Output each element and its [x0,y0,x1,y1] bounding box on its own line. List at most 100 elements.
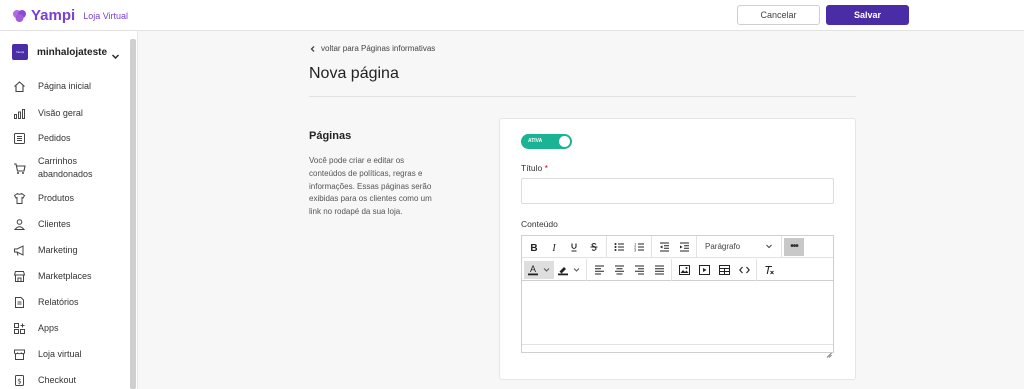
svg-text:3: 3 [634,248,636,252]
text-color-icon[interactable]: A [524,260,554,279]
sidebar-item-label: Checkout [38,374,77,385]
sidebar-item-label: Relatórios [38,296,79,307]
svg-text:$: $ [17,377,21,385]
sidebar-item-label: Carrinhos abandonados [38,156,93,179]
page-title: Nova página [309,65,399,82]
sidebar-item-label: Pedidos [38,132,71,143]
toolbar-separator [696,235,697,258]
toolbar-separator [586,258,587,281]
video-icon[interactable] [694,261,714,279]
section-description: Você pode criar e editar os conteúdos de… [309,156,432,217]
back-link[interactable]: voltar para Páginas informativas [309,44,435,53]
indent-icon[interactable] [674,238,694,256]
store-icon [12,347,26,361]
logo[interactable]: Yampi Loja Virtual [12,7,128,24]
sidebar-item-label: Produtos [38,192,75,203]
product-name: Loja Virtual [83,11,129,21]
format-select-value: Parágrafo [705,242,741,251]
svg-text:A: A [530,264,536,274]
sidebar-item-loja-virtual[interactable]: Loja virtual [12,347,82,361]
orders-icon [12,131,26,145]
yampi-logo-icon [12,8,27,23]
title-label-text: Título [521,163,543,173]
shirt-icon [12,191,26,205]
align-center-icon[interactable] [609,261,629,279]
table-icon[interactable] [714,261,734,279]
clear-formatting-icon[interactable] [759,261,779,279]
divider [309,96,856,97]
brand-name: Yampi [31,6,76,24]
sidebar-item-carrinhos-abandonados[interactable]: Carrinhos abandonados [12,155,108,180]
toolbar-separator [651,235,652,258]
rich-text-editor: B I 123 Parágrafo ••• A [521,235,834,358]
page-form-card: ATIVA Título * Conteúdo B I 123 Parágraf… [499,118,856,380]
megaphone-icon [12,243,26,257]
resize-handle-icon[interactable] [826,345,832,358]
numbered-list-icon[interactable]: 123 [629,238,649,256]
chevron-down-icon [111,48,120,59]
sidebar-item-clientes[interactable]: Clientes [12,217,71,231]
section-title: Páginas [309,130,352,142]
store-selector[interactable]: Yampi minhalojateste [12,44,120,60]
sidebar-item-checkout[interactable]: $ Checkout [12,373,76,387]
sidebar-item-relatorios[interactable]: Relatórios [12,295,79,309]
required-mark: * [544,163,548,173]
align-right-icon[interactable] [629,261,649,279]
toggle-label: ATIVA [528,138,543,144]
sidebar-item-visao-geral[interactable]: Visão geral [12,106,83,120]
sidebar-item-marketplaces[interactable]: Marketplaces [12,269,92,283]
svg-text:B: B [530,243,537,252]
sidebar-item-label: Marketplaces [38,270,92,281]
sidebar-item-label: Marketing [38,244,78,255]
code-icon[interactable] [734,261,754,279]
chevron-left-icon [309,45,317,53]
store-avatar: Yampi [12,44,28,60]
checkout-icon: $ [12,373,26,387]
editor-toolbar-row-1: B I 123 Parágrafo ••• [522,235,833,258]
user-icon [12,217,26,231]
toggle-knob [559,136,570,147]
toolbar-separator [606,235,607,258]
title-input[interactable] [521,178,834,204]
editor-status-bar [522,344,833,352]
cancel-button[interactable]: Cancelar [737,5,820,25]
cart-icon [12,161,26,175]
strikethrough-icon[interactable] [584,238,604,256]
title-field-label: Título * [521,163,548,173]
active-toggle[interactable]: ATIVA [521,134,572,149]
align-justify-icon[interactable] [649,261,669,279]
sidebar-item-label: Loja virtual [38,348,82,359]
align-left-icon[interactable] [589,261,609,279]
bold-icon[interactable]: B [524,238,544,256]
image-icon[interactable] [674,261,694,279]
save-button[interactable]: Salvar [826,5,909,25]
sidebar-item-label: Página inicial [38,80,92,91]
toolbar-separator [671,258,672,281]
home-icon [12,79,26,93]
sidebar-item-pedidos[interactable]: Pedidos [12,131,71,145]
paragraph-format-select[interactable]: Parágrafo [699,238,779,256]
top-bar: Yampi Loja Virtual Cancelar Salvar [0,0,1024,31]
highlight-color-icon[interactable] [554,261,584,279]
underline-icon[interactable] [564,238,584,256]
apps-icon [12,321,26,335]
italic-icon[interactable]: I [544,238,564,256]
toolbar-separator [781,235,782,258]
sidebar-item-apps[interactable]: Apps [12,321,59,335]
chevron-down-icon [765,242,773,252]
outdent-icon[interactable] [654,238,674,256]
chart-bars-icon [12,106,26,120]
sidebar-item-produtos[interactable]: Produtos [12,191,74,205]
sidebar-item-label: Clientes [38,218,71,229]
sidebar-scrollbar[interactable] [130,39,136,389]
editor-toolbar-row-2: A [522,258,833,281]
content-field-label: Conteúdo [521,219,558,229]
sidebar-item-label: Visão geral [38,107,83,118]
bullet-list-icon[interactable] [609,238,629,256]
sidebar-item-marketing[interactable]: Marketing [12,243,78,257]
svg-text:I: I [551,243,556,252]
sidebar-item-label: Apps [38,322,59,333]
sidebar: Yampi minhalojateste Página inicial Visã… [0,31,138,389]
sidebar-item-pagina-inicial[interactable]: Página inicial [12,79,91,93]
more-options-icon[interactable]: ••• [784,237,804,256]
